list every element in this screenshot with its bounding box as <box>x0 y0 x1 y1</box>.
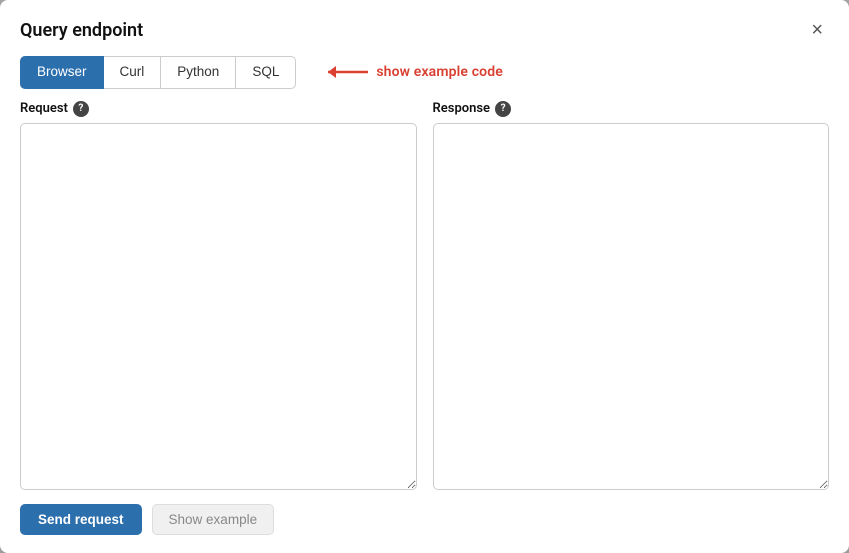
response-textarea[interactable] <box>433 123 830 490</box>
show-example-code-label: show example code <box>376 64 503 80</box>
response-label: Response ? <box>433 101 830 117</box>
request-panel: Request ? <box>20 101 417 490</box>
arrow-left-icon <box>314 61 368 83</box>
query-endpoint-modal: Query endpoint × Browser Curl Python SQL… <box>0 0 849 553</box>
request-help-icon[interactable]: ? <box>73 101 89 117</box>
tab-browser[interactable]: Browser <box>20 56 104 89</box>
content-area: Request ? Response ? <box>0 101 849 490</box>
modal-header: Query endpoint × <box>0 0 849 56</box>
tabs-row: Browser Curl Python SQL show example cod… <box>0 56 849 101</box>
modal-overlay: Query endpoint × Browser Curl Python SQL… <box>0 0 849 553</box>
modal-title: Query endpoint <box>20 20 143 41</box>
tab-curl[interactable]: Curl <box>104 56 162 89</box>
tab-python[interactable]: Python <box>161 56 236 89</box>
response-panel: Response ? <box>433 101 830 490</box>
request-label: Request ? <box>20 101 417 117</box>
modal-footer: Send request Show example <box>0 490 849 553</box>
tab-sql[interactable]: SQL <box>236 56 296 89</box>
close-button[interactable]: × <box>805 18 829 42</box>
show-example-annotation: show example code <box>314 61 503 83</box>
send-request-button[interactable]: Send request <box>20 504 142 535</box>
response-help-icon[interactable]: ? <box>495 101 511 117</box>
show-example-button[interactable]: Show example <box>152 504 275 535</box>
request-textarea[interactable] <box>20 123 417 490</box>
